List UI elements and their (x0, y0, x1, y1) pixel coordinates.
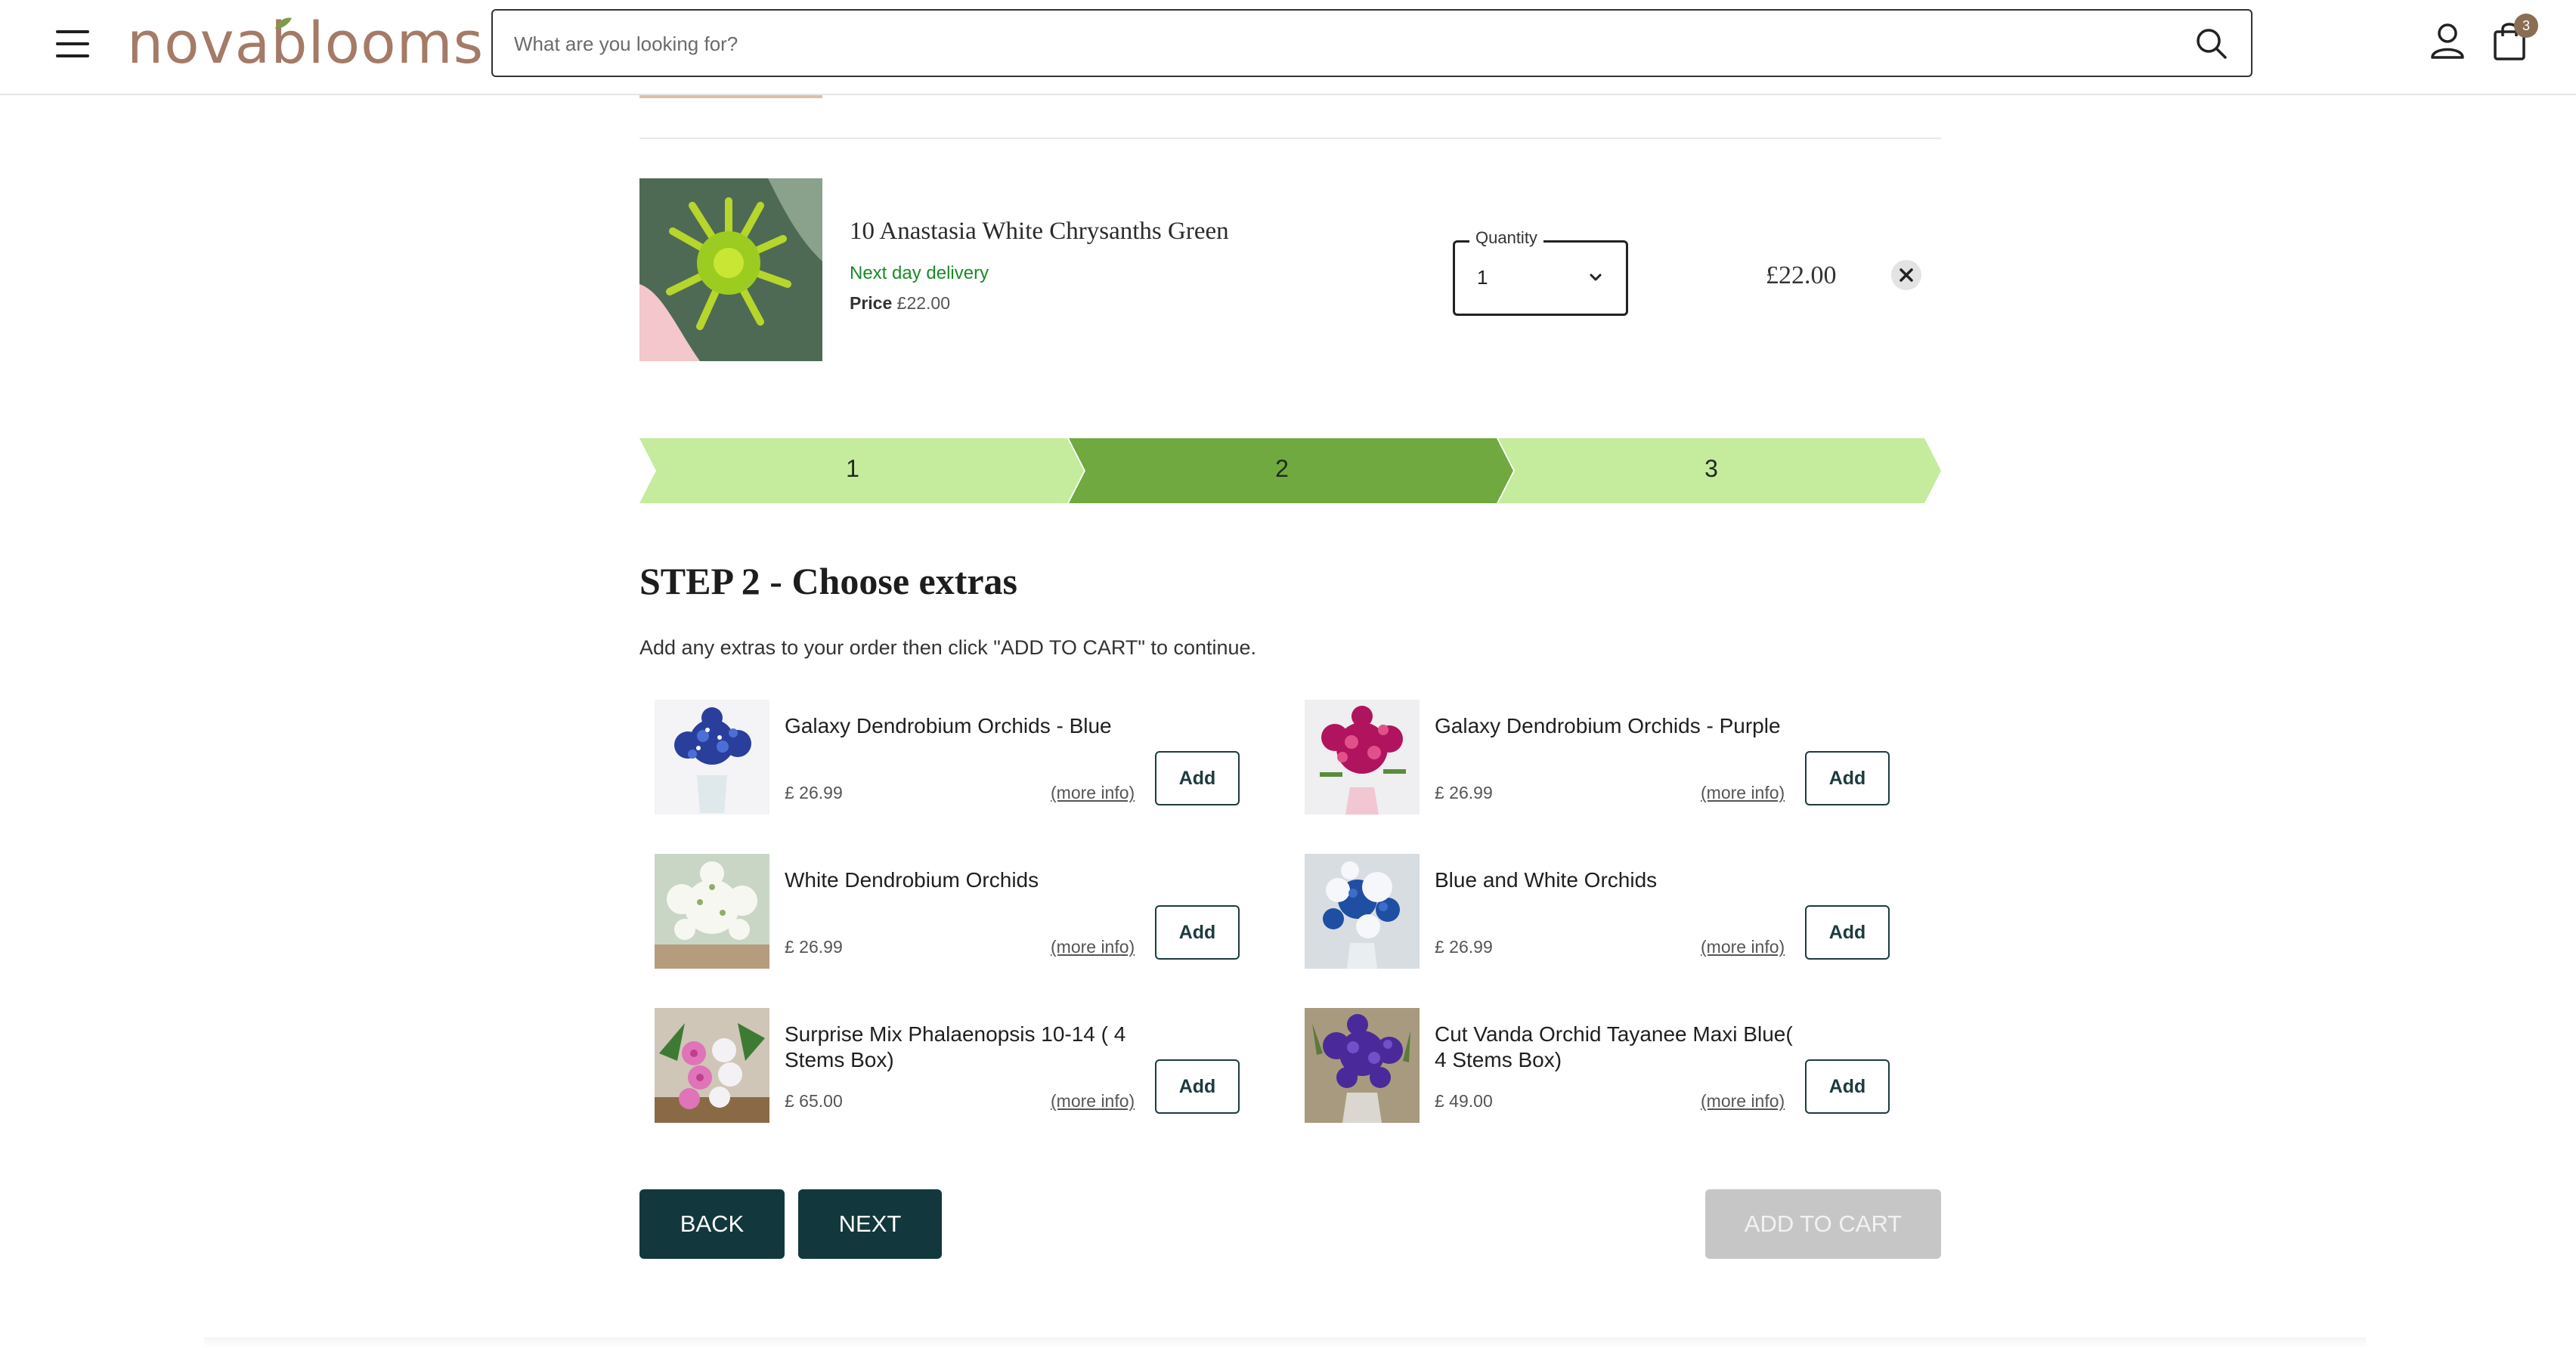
add-extra-button[interactable]: Add (1155, 751, 1240, 805)
back-button[interactable]: BACK (639, 1189, 785, 1259)
more-info-link[interactable]: (more info) (1051, 783, 1135, 803)
step-description: Add any extras to your order then click … (639, 636, 1257, 659)
extra-item-name: White Dendrobium Orchids (785, 868, 1039, 892)
cart-item-title[interactable]: 10 Anastasia White Chrysanths Green (850, 218, 1229, 246)
extra-item: Cut Vanda Orchid Tayanee Maxi Blue( 4 St… (1290, 1008, 1909, 1123)
more-info-link[interactable]: (more info) (1051, 937, 1135, 957)
extra-item-price: £ 26.99 (785, 783, 843, 802)
extra-item-image (1305, 1008, 1420, 1123)
account-icon[interactable] (2428, 21, 2467, 60)
step-3-label: 3 (1704, 455, 1718, 482)
add-to-cart-button[interactable]: ADD TO CART (1705, 1189, 1941, 1259)
extra-item-price: £ 26.99 (1435, 937, 1493, 957)
extra-item-name: Blue and White Orchids (1435, 868, 1658, 892)
delivery-info: Next day delivery (850, 263, 989, 283)
extra-item-name: Surprise Mix Phalaenopsis 10-14 ( 4 Stem… (785, 1022, 1126, 1071)
cart-item-image (639, 178, 822, 361)
extra-item-name: Galaxy Dendrobium Orchids - Blue (785, 714, 1112, 737)
extra-item-image (1305, 854, 1420, 969)
extra-item-image (655, 1008, 769, 1123)
extra-item-price: £ 26.99 (785, 937, 843, 957)
add-extra-button[interactable]: Add (1805, 905, 1890, 960)
extra-item: Blue and White Orchids £ 26.99 (more inf… (1290, 854, 1909, 969)
divider (639, 138, 1941, 139)
extra-item-image (1305, 700, 1420, 815)
cart-item-price: Price £22.00 (850, 293, 950, 314)
chevron-down-icon (1590, 274, 1602, 281)
search-input[interactable] (512, 11, 2178, 77)
remove-item-button[interactable] (1891, 260, 1921, 290)
logo[interactable]: novablooms (127, 9, 484, 76)
cart-count-badge: 3 (2514, 14, 2538, 38)
add-extra-button[interactable]: Add (1805, 751, 1890, 805)
step-2-label: 2 (1275, 455, 1289, 482)
add-extra-button[interactable]: Add (1805, 1059, 1890, 1114)
extra-item: White Dendrobium Orchids £ 26.99 (more i… (639, 854, 1259, 969)
more-info-link[interactable]: (more info) (1051, 1091, 1135, 1111)
more-info-link[interactable]: (more info) (1701, 937, 1785, 957)
cart-item-total: £22.00 (1766, 261, 1837, 289)
site-header: novablooms 3 (0, 0, 2576, 95)
extra-item-price: £ 65.00 (785, 1091, 843, 1111)
add-extra-button[interactable]: Add (1155, 1059, 1240, 1114)
extra-item-name: Cut Vanda Orchid Tayanee Maxi Blue( 4 St… (1435, 1022, 1793, 1071)
quantity-label: Quantity (1469, 228, 1543, 248)
step-heading: STEP 2 - Choose extras (639, 560, 1017, 602)
close-icon (1899, 268, 1913, 282)
price-value: £22.00 (896, 293, 951, 313)
logo-text: novablooms (127, 9, 485, 76)
quantity-value: 1 (1477, 266, 1488, 289)
extra-item-image (655, 854, 769, 969)
add-extra-button[interactable]: Add (1155, 905, 1240, 960)
step-1-label: 1 (846, 455, 859, 482)
menu-icon[interactable] (56, 30, 89, 57)
extra-item-price: £ 26.99 (1435, 783, 1493, 802)
search-icon[interactable] (2195, 27, 2228, 60)
price-label: Price (850, 293, 893, 313)
footer-edge (204, 1337, 2366, 1348)
extra-item-name: Galaxy Dendrobium Orchids - Purple (1435, 714, 1781, 737)
more-info-link[interactable]: (more info) (1701, 783, 1785, 803)
search-bar (491, 9, 2252, 77)
extra-item-price: £ 49.00 (1435, 1091, 1493, 1111)
extra-item: Galaxy Dendrobium Orchids - Blue £ 26.99… (639, 700, 1259, 815)
extra-item: Galaxy Dendrobium Orchids - Purple £ 26.… (1290, 700, 1909, 815)
next-button[interactable]: NEXT (798, 1189, 942, 1259)
step-progress: 1 2 3 (639, 438, 1941, 503)
leaf-icon (275, 17, 292, 29)
extra-item: Surprise Mix Phalaenopsis 10-14 ( 4 Stem… (639, 1008, 1259, 1123)
extra-item-image (655, 700, 769, 815)
more-info-link[interactable]: (more info) (1701, 1091, 1785, 1111)
